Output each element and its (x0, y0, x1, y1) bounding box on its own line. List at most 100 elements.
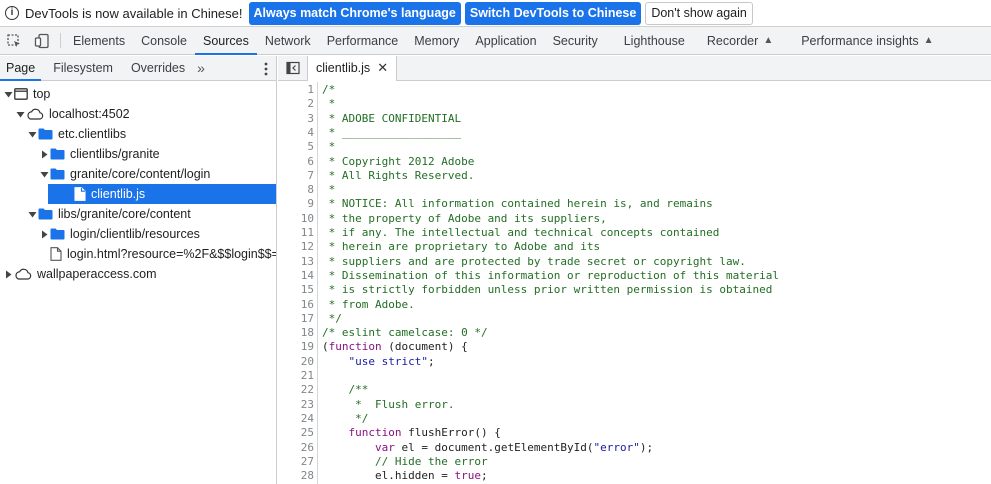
tab-performance[interactable]: Performance (319, 27, 407, 54)
code-token: ; (480, 469, 488, 483)
main-tab-bar: Elements Console Sources Network Perform… (0, 27, 991, 55)
tab-sources[interactable]: Sources (194, 27, 257, 55)
tree-item[interactable]: clientlib.js (48, 184, 276, 204)
code-line: 10 * the property of Adobe and its suppl… (278, 211, 607, 226)
file-icon (74, 187, 86, 201)
code-line: 8 * (278, 183, 335, 197)
code-line: 7 * All Rights Reserved. (278, 169, 474, 183)
tab-console[interactable]: Console (133, 27, 195, 54)
tab-console-label: Console (141, 33, 187, 48)
tab-security-label: Security (552, 33, 598, 48)
tab-recorder-label: Recorder (706, 33, 759, 48)
nav-tab-page-label: Page (6, 61, 36, 75)
line-number: 15 (300, 283, 314, 297)
line-number: 13 (300, 254, 314, 268)
line-number: 23 (300, 397, 314, 411)
code-token: var (374, 440, 395, 454)
line-number: 26 (300, 440, 314, 454)
close-tab-icon[interactable]: ✕ (377, 60, 388, 76)
inspect-element-icon[interactable] (0, 27, 28, 54)
tree-item[interactable]: granite/core/content/login (0, 164, 276, 184)
line-number: 28 (300, 469, 314, 483)
tree-item[interactable]: wallpaperaccess.com (0, 264, 276, 284)
dont-show-again-button[interactable]: Don't show again (645, 1, 753, 25)
code-text: * from Adobe. (322, 297, 415, 311)
tab-performance-insights[interactable]: Performance insights ▲ (781, 27, 941, 54)
line-number: 5 (307, 140, 314, 154)
code-text: * if any. The intellectual and technical… (322, 226, 720, 239)
line-number: 18 (300, 326, 314, 340)
tree-item[interactable]: top (0, 84, 276, 104)
tab-network[interactable]: Network (257, 27, 319, 54)
toggle-navigator-icon[interactable] (278, 56, 308, 80)
tree-item-label: clientlibs/granite (70, 147, 160, 161)
code-line: 20 "use strict"; (278, 355, 435, 369)
tree-item[interactable]: libs/granite/core/content (0, 204, 276, 224)
tree-item-label: localhost:4502 (49, 107, 130, 121)
tree-item[interactable]: localhost:4502 (0, 104, 276, 124)
code-token: function (348, 426, 402, 440)
tab-recorder[interactable]: Recorder ▲ (693, 27, 781, 54)
nav-tab-filesystem[interactable]: Filesystem (41, 56, 119, 80)
code-text: */ (322, 311, 342, 325)
expanded-triangle-icon[interactable] (26, 124, 38, 144)
nav-tab-overrides[interactable]: Overrides (119, 56, 191, 80)
code-token: ( (322, 340, 329, 354)
code-text: /* eslint camelcase: 0 */ (322, 326, 488, 340)
more-options-kebab-icon[interactable] (264, 56, 268, 81)
tab-security[interactable]: Security (545, 27, 606, 54)
expanded-triangle-icon[interactable] (14, 104, 26, 124)
editor-tab-bar: clientlib.js ✕ (278, 56, 991, 81)
expanded-triangle-icon[interactable] (38, 164, 50, 184)
tree-item-label: top (33, 87, 51, 101)
folder-icon (50, 228, 65, 240)
code-token: document (394, 340, 448, 354)
code-token: ); (639, 440, 654, 454)
always-match-language-button[interactable]: Always match Chrome's language (248, 1, 461, 25)
tree-item[interactable]: login.html?resource=%2F&$$login$$=% (0, 244, 276, 264)
more-tabs-chevron-icon[interactable]: » (191, 56, 211, 80)
code-text: * (322, 97, 336, 111)
collapsed-triangle-icon[interactable] (38, 224, 50, 244)
navigator-tab-bar: Page Filesystem Overrides » (0, 56, 276, 81)
line-number: 10 (300, 211, 314, 225)
line-number: 4 (307, 125, 314, 139)
tab-memory[interactable]: Memory (406, 27, 467, 54)
tree-item-label: libs/granite/core/content (58, 207, 191, 221)
tree-item[interactable]: login/clientlib/resources (0, 224, 276, 244)
switch-to-chinese-button[interactable]: Switch DevTools to Chinese (464, 1, 642, 25)
code-line: 23 * Flush error. (278, 397, 455, 412)
cloud-icon (26, 108, 44, 120)
code-line: 19 (function (document) { (278, 340, 468, 354)
code-token: el = document.getElementById( (394, 440, 594, 454)
editor-file-tab[interactable]: clientlib.js ✕ (308, 56, 398, 81)
code-token: "use strict" (348, 354, 428, 368)
code-line: 4 * __________________ (278, 125, 461, 140)
tab-lighthouse[interactable]: Lighthouse (606, 27, 693, 54)
expanded-triangle-icon[interactable] (26, 204, 38, 224)
line-number: 16 (300, 297, 314, 311)
code-line: 27 // Hide the error (278, 455, 488, 469)
expanded-triangle-icon[interactable] (2, 84, 14, 104)
tree-item[interactable]: etc.clientlibs (0, 124, 276, 144)
collapsed-triangle-icon[interactable] (2, 264, 14, 284)
line-number: 2 (307, 97, 314, 111)
code-view[interactable]: 1/* 2 * 3 * ADOBE CONFIDENTIAL 4 * ________… (278, 82, 991, 484)
tab-elements[interactable]: Elements (65, 27, 133, 54)
tab-performance-label: Performance (326, 33, 399, 48)
nav-tab-page[interactable]: Page (0, 56, 42, 81)
info-icon: i (5, 6, 19, 20)
line-number: 22 (300, 383, 314, 397)
tree-item[interactable]: clientlibs/granite (0, 144, 276, 164)
code-token: el.hidden = (322, 469, 455, 483)
line-number: 14 (300, 268, 314, 282)
tree-item-label: granite/core/content/login (70, 167, 211, 181)
device-toolbar-icon[interactable] (28, 27, 56, 54)
collapsed-triangle-icon[interactable] (38, 144, 50, 164)
tab-application[interactable]: Application (467, 27, 544, 54)
code-line: 26 var el = document.getElementById("err… (278, 440, 653, 455)
code-token: ( (381, 340, 395, 354)
